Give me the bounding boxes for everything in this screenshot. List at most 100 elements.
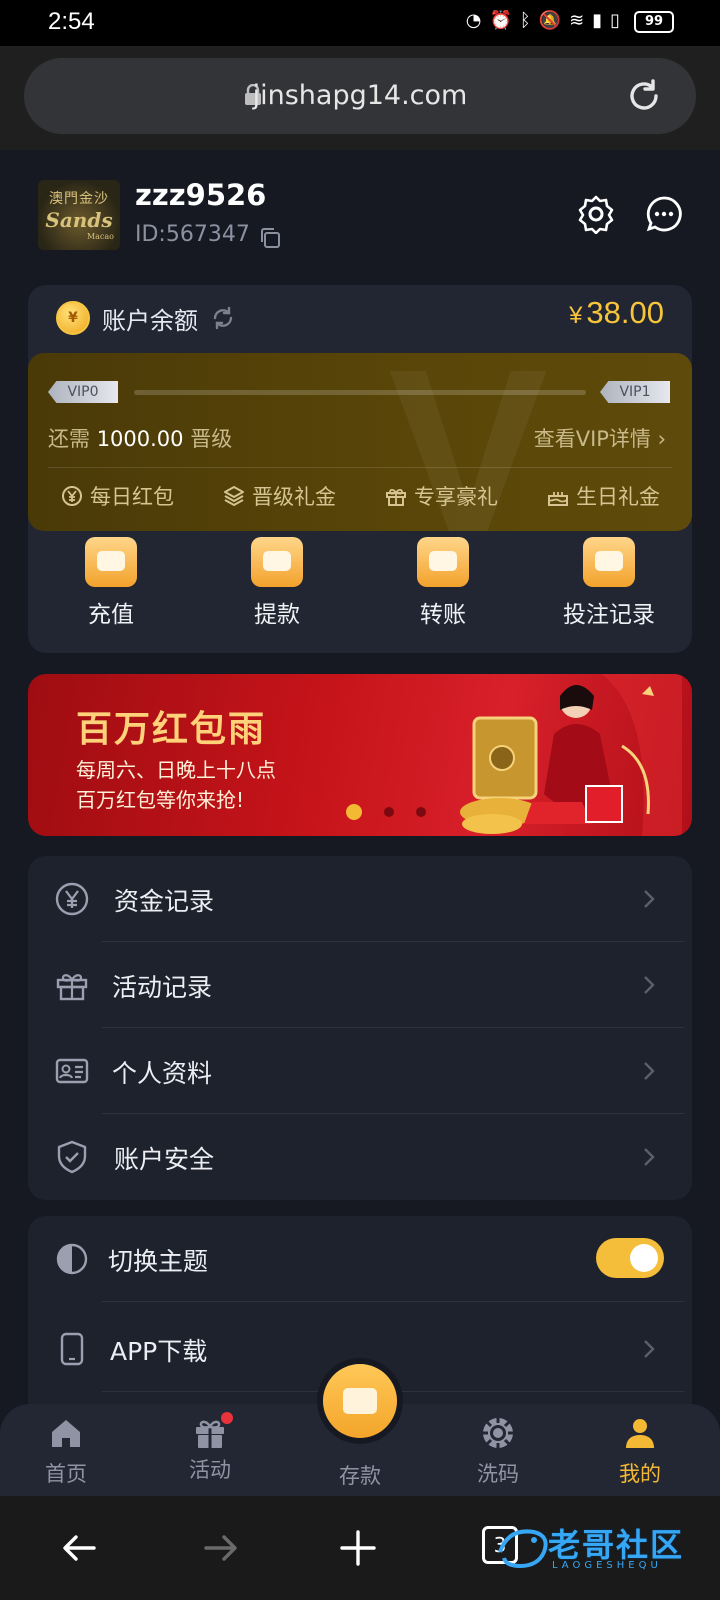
deposit-action[interactable]: 充值 <box>28 537 194 629</box>
vip-next-badge: VIP1 <box>600 381 670 403</box>
logo-macao-text: Macao <box>86 232 114 241</box>
tab-label: 首页 <box>45 1462 87 1486</box>
new-tab-plus-icon[interactable] <box>336 1526 380 1570</box>
perk-birthday-bonus[interactable]: 生日礼金 <box>546 481 660 511</box>
logo-chinese-text: 澳門金沙 <box>49 191 109 207</box>
vip-current-badge: VIP0 <box>48 381 118 403</box>
menu-item-theme: 切换主题 <box>28 1216 692 1302</box>
theme-toggle[interactable] <box>596 1238 664 1278</box>
reload-icon[interactable] <box>624 76 664 116</box>
chevron-right-icon <box>644 1062 655 1080</box>
bet-records-action[interactable]: 投注记录 <box>526 537 692 629</box>
tab-activity[interactable]: 活动 <box>160 1412 260 1484</box>
transfer-icon <box>417 537 469 587</box>
speed-icon: ◔ <box>465 10 482 31</box>
watermark-subtext: LAOGESHEQU <box>552 1560 662 1571</box>
tab-label: 洗码 <box>477 1462 519 1486</box>
vip-divider <box>48 467 672 468</box>
banner-pagination <box>346 804 426 820</box>
perk-label: 生日礼金 <box>576 485 660 509</box>
id-card-icon <box>55 1058 89 1084</box>
menu-item-fund-records[interactable]: 资金记录 <box>28 856 692 942</box>
vip-panel: V VIP0 VIP1 还需 1000.00 晋级 查看VIP详情 › 每日红包… <box>28 353 692 531</box>
vip-upgrade-text: 还需 1000.00 晋级 <box>48 423 232 453</box>
menu-label: 个人资料 <box>112 1059 213 1088</box>
profile-header: 澳門金沙 Sands Macao zzz9526 ID:567347 <box>0 150 720 280</box>
chevron-right-icon <box>644 1148 655 1166</box>
community-watermark: 老哥社区 LAOGESHEQU <box>494 1518 714 1578</box>
browser-toolbar: jinshapg14.com <box>0 46 720 150</box>
shield-check-icon <box>57 1140 87 1174</box>
vip-perks: 每日红包 晋级礼金 专享豪礼 生日礼金 <box>28 481 692 511</box>
mute-icon: 🔕 <box>538 10 562 31</box>
message-icon[interactable] <box>644 194 684 234</box>
chip-icon <box>483 1418 513 1448</box>
action-label: 充值 <box>88 602 134 628</box>
back-arrow-icon[interactable] <box>58 1526 102 1570</box>
action-label: 转账 <box>420 602 466 628</box>
quick-actions: 充值 提款 转账 投注记录 <box>28 537 692 629</box>
alarm-icon: ⏰ <box>489 10 512 31</box>
balance-amount: ¥38.00 <box>569 295 664 331</box>
cake-icon <box>548 492 568 506</box>
perk-label: 专享豪礼 <box>414 485 498 509</box>
home-icon <box>52 1420 80 1447</box>
browser-bottom-nav: 3 老哥社区 LAOGESHEQU <box>0 1496 720 1600</box>
tab-mine[interactable]: 我的 <box>590 1416 690 1488</box>
perk-upgrade-bonus[interactable]: 晋级礼金 <box>222 481 336 511</box>
transfer-action[interactable]: 转账 <box>360 537 526 629</box>
need-suffix: 晋级 <box>190 427 233 451</box>
forward-arrow-icon[interactable] <box>198 1526 242 1570</box>
chevron-right-icon <box>644 1340 655 1358</box>
gift-icon <box>386 488 406 506</box>
address-bar[interactable]: jinshapg14.com <box>24 58 696 134</box>
perk-label: 晋级礼金 <box>252 485 336 509</box>
pagination-dot[interactable] <box>346 804 362 820</box>
perk-daily-redpacket[interactable]: 每日红包 <box>60 481 174 511</box>
notification-badge <box>221 1412 233 1424</box>
tab-label: 活动 <box>189 1458 231 1482</box>
tab-rebate[interactable]: 洗码 <box>448 1416 548 1488</box>
dragon-logo-icon <box>498 1529 548 1569</box>
withdraw-action[interactable]: 提款 <box>194 537 360 629</box>
user-id: ID:567347 <box>135 222 250 247</box>
tab-home[interactable]: 首页 <box>16 1416 116 1488</box>
menu-item-activity-records[interactable]: 活动记录 <box>28 942 692 1028</box>
brand-logo: 澳門金沙 Sands Macao <box>38 180 120 250</box>
logo-sands-text: Sands <box>45 208 113 232</box>
banner-illustration <box>460 674 682 836</box>
chevron-right-icon <box>644 890 655 908</box>
vip-detail-link[interactable]: 查看VIP详情 › <box>534 423 666 453</box>
action-label: 投注记录 <box>563 602 655 628</box>
deposit-fab-button[interactable] <box>323 1364 397 1438</box>
balance-label: 账户余额 <box>102 307 198 335</box>
copy-icon[interactable] <box>258 226 282 250</box>
gift-icon <box>56 974 88 1001</box>
wifi-icon: ≋ <box>569 10 585 31</box>
yen-coin-icon <box>62 486 82 506</box>
refresh-balance-icon[interactable] <box>210 305 236 331</box>
menu-item-profile[interactable]: 个人资料 <box>28 1028 692 1114</box>
banner-subtitle-1: 每周六、日晚上十八点 <box>76 758 276 782</box>
pagination-dot[interactable] <box>384 807 394 817</box>
menu-section-records: 资金记录 活动记录 个人资料 账户安全 <box>28 856 692 1200</box>
need-amount: 1000.00 <box>96 427 184 451</box>
tab-deposit-label[interactable]: 存款 <box>310 1460 410 1490</box>
perk-exclusive-gift[interactable]: 专享豪礼 <box>384 481 498 511</box>
username: zzz9526 <box>135 178 267 212</box>
half-circle-theme-icon <box>56 1243 88 1275</box>
action-label: 提款 <box>254 602 300 628</box>
settings-gear-icon[interactable] <box>576 194 616 234</box>
banner-subtitle-2: 百万红包等你来抢! <box>76 788 245 812</box>
document-icon <box>583 537 635 587</box>
menu-label: 资金记录 <box>114 887 215 916</box>
activity-gift-icon <box>193 1412 233 1450</box>
promo-banner[interactable]: 百万红包雨 每周六、日晚上十八点 百万红包等你来抢! <box>28 674 692 836</box>
divider <box>102 1301 684 1302</box>
signal2-icon: ▯ <box>610 10 620 31</box>
menu-label: 切换主题 <box>108 1247 209 1276</box>
tab-label: 我的 <box>619 1462 661 1486</box>
menu-label: 账户安全 <box>114 1145 215 1174</box>
menu-item-account-security[interactable]: 账户安全 <box>28 1114 692 1200</box>
pagination-dot[interactable] <box>416 807 426 817</box>
